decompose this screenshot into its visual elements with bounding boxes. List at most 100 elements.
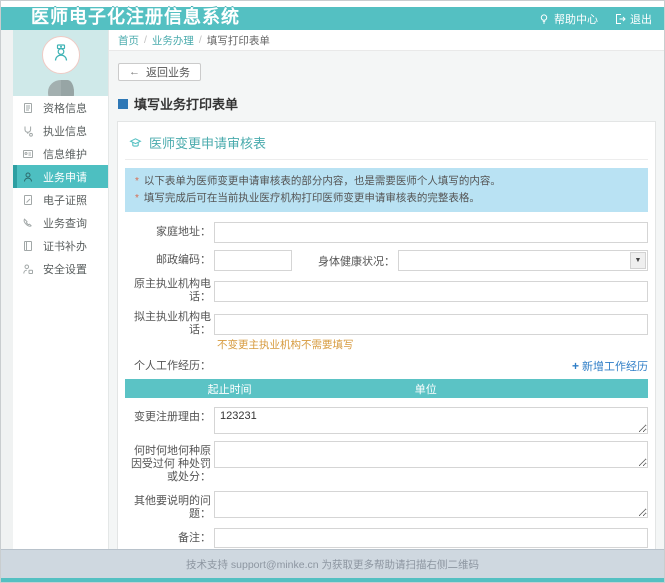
breadcrumb-separator: / [199,34,202,46]
help-center-button[interactable]: 帮助中心 [538,11,598,27]
sidebar-item-label: 证书补办 [43,238,87,254]
app-header: 医师电子化注册信息系统 帮助中心 退出 [1,7,664,30]
new-org-phone-label: 拟主执业机构电话： [125,311,211,337]
home-address-input[interactable] [214,222,648,243]
new-org-phone-hint: 不变更主执业机构不需要填写 [217,337,648,352]
health-status-select[interactable]: ▼ [398,250,648,271]
remark-row: 备注： [125,528,648,548]
other-issues-textarea[interactable] [214,491,648,518]
change-reason-row: 变更注册理由： 123231 [125,407,648,434]
section-title-row: 填写业务打印表单 [118,94,664,113]
info-line: *填写完成后可在当前执业医疗机构打印医师变更申请审核表的完整表格。 [135,190,638,207]
chevron-down-icon[interactable]: ▼ [630,252,646,269]
other-issues-label: 其他要说明的问题： [125,491,211,521]
sidebar: 资格信息 执业信息 信息维护 业务申请 电子证照 [13,30,109,549]
info-box: * 以下表单为医师变更申请审核表的部分内容，也是需要医师个人填写的内容。 *填写完… [125,168,648,212]
form-title: 医师变更申请审核表 [149,133,266,152]
sidebar-item-business-query[interactable]: 业务查询 [13,211,108,234]
punishment-row: 何时何地何种原因受过何 种处罚或处分： [125,441,648,484]
work-history-row: 个人工作经历： + 新增工作经历 [125,358,648,374]
document-icon [22,102,34,114]
document-edit-icon [22,194,34,206]
blue-square-bullet-icon [118,99,128,109]
postal-code-input[interactable] [214,250,292,271]
page-footer: 技术支持 support@minke.cn 为获取更多帮助请扫描右侧二维码 [1,549,664,578]
sidebar-item-label: 执业信息 [43,123,87,139]
sidebar-item-label: 电子证照 [43,192,87,208]
info-line-text: 以下表单为医师变更申请审核表的部分内容，也是需要医师个人填写的内容。 [144,175,501,187]
app-window: 医师电子化注册信息系统 医师电子化注册信息系统 帮助中心 退出 [0,0,665,583]
footer-support-text: 技术支持 support@minke.cn 为获取更多帮助请扫描右侧二维码 [186,557,479,572]
notebook-icon [22,240,34,252]
sidebar-item-label: 业务申请 [43,169,87,185]
column-header-empty [517,379,648,398]
new-org-phone-row: 拟主执业机构电话： [125,311,648,337]
punishment-textarea[interactable] [214,441,648,468]
old-org-phone-row: 原主执业机构电话： [125,278,648,304]
add-work-history-label: 新增工作经历 [582,358,648,374]
user-icon [22,171,34,183]
postal-code-label: 邮政编码： [125,254,211,267]
sidebar-item-security-settings[interactable]: 安全设置 [13,257,108,280]
breadcrumb-current: 填写打印表单 [207,33,270,48]
other-issues-row: 其他要说明的问题： [125,491,648,521]
sidebar-item-certificate-reissue[interactable]: 证书补办 [13,234,108,257]
bottom-teal-strip [1,578,664,583]
logout-button[interactable]: 退出 [614,11,652,27]
sidebar-item-info-maintenance[interactable]: 信息维护 [13,142,108,165]
home-address-row: 家庭地址： [125,222,648,243]
form-fields: 家庭地址： 邮政编码： 身体健康状况： ▼ 原主执业机构电话： [125,222,648,549]
breadcrumb-business[interactable]: 业务办理 [152,33,194,48]
new-org-phone-input[interactable] [214,314,648,335]
sidebar-item-practice-info[interactable]: 执业信息 [13,119,108,142]
column-header-unit: 单位 [334,379,517,398]
old-org-phone-label: 原主执业机构电话： [125,278,211,304]
section-title: 填写业务打印表单 [134,94,238,113]
breadcrumb: 首页 / 业务办理 / 填写打印表单 [109,30,664,51]
main-content: 首页 / 业务办理 / 填写打印表单 ← 返回业务 填写业务打印表单 医师变更申… [109,30,664,549]
sidebar-item-label: 信息维护 [43,146,87,162]
sidebar-item-label: 安全设置 [43,261,87,277]
help-center-label: 帮助中心 [554,11,598,27]
breadcrumb-separator: / [144,34,147,46]
back-arrow-icon: ← [129,67,140,78]
health-status-label: 身体健康状况： [292,253,395,269]
sidebar-item-label: 资格信息 [43,100,87,116]
work-history-label: 个人工作经历： [125,360,211,373]
back-button-label: 返回业务 [146,64,190,80]
form-title-row: 医师变更申请审核表 [125,130,648,160]
punishment-label: 何时何地何种原因受过何 种处罚或处分： [125,441,211,484]
id-card-icon [22,148,34,160]
work-history-table-header: 起止时间 单位 [125,379,648,398]
breadcrumb-home[interactable]: 首页 [118,33,139,48]
asterisk-icon: * [135,176,139,187]
home-address-label: 家庭地址： [125,226,211,239]
logout-icon [614,13,626,25]
sidebar-item-electronic-license[interactable]: 电子证照 [13,188,108,211]
avatar[interactable] [42,36,80,74]
app-title: 医师电子化注册信息系统 [31,7,240,29]
stethoscope-icon [22,125,34,137]
sidebar-item-business-application[interactable]: 业务申请 [13,165,108,188]
old-org-phone-input[interactable] [214,281,648,302]
left-gutter [1,30,13,549]
info-line-text: 填写完成后可在当前执业医疗机构打印医师变更申请审核表的完整表格。 [144,192,480,204]
sidebar-item-label: 业务查询 [43,215,87,231]
user-lock-icon [22,263,34,275]
remark-label: 备注： [125,532,211,545]
phone-icon [22,217,34,229]
body-row: 资格信息 执业信息 信息维护 业务申请 电子证照 [1,30,664,549]
postal-health-row: 邮政编码： 身体健康状况： ▼ [125,250,648,271]
column-header-period: 起止时间 [125,379,334,398]
remark-input[interactable] [214,528,648,548]
bulb-icon [538,13,550,25]
plus-icon: + [572,359,579,373]
back-to-business-button[interactable]: ← 返回业务 [118,63,201,81]
header-actions: 帮助中心 退出 [538,7,652,30]
change-reason-label: 变更注册理由： [125,407,211,424]
doctor-icon [50,42,72,69]
change-reason-textarea[interactable]: 123231 [214,407,648,434]
user-silhouette [48,80,74,96]
sidebar-item-qualification-info[interactable]: 资格信息 [13,96,108,119]
add-work-history-link[interactable]: + 新增工作经历 [572,358,648,374]
